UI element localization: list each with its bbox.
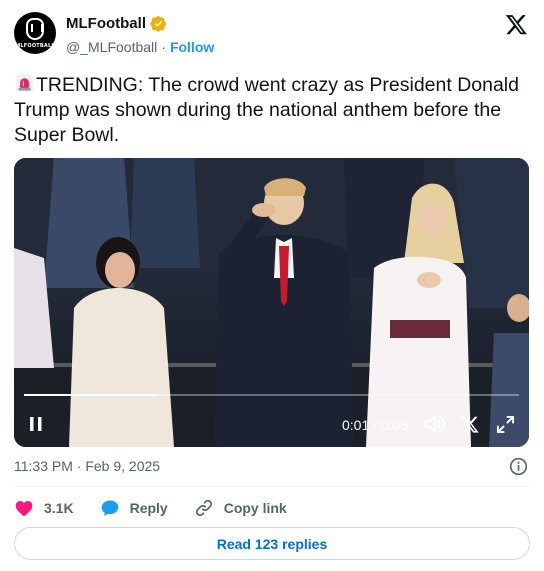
display-name[interactable]: MLFootball <box>66 15 146 32</box>
follow-link[interactable]: Follow <box>170 39 214 55</box>
verified-badge-icon <box>150 16 166 32</box>
video-progress-fill <box>24 394 158 396</box>
rotating-light-icon <box>15 74 34 93</box>
author-name-row: MLFootball <box>66 15 167 32</box>
like-button[interactable]: 3.1K <box>14 498 74 518</box>
embedded-post-card: MLFOOTBALL MLFootball @_MLFootball · Fol… <box>0 0 544 571</box>
handle-row: @_MLFootball · Follow <box>66 39 214 55</box>
action-bar: 3.1K Reply Copy link <box>14 497 313 519</box>
video-progress-bar[interactable] <box>24 394 519 396</box>
post-timestamp[interactable]: 11:33 PM · Feb 9, 2025 <box>14 458 160 474</box>
volume-icon[interactable] <box>424 414 446 434</box>
tweet-text: TRENDING: The crowd went crazy as Presid… <box>14 73 530 148</box>
pause-icon[interactable] <box>28 416 44 432</box>
speech-bubble-icon <box>101 500 118 516</box>
separator-dot: · <box>161 39 166 55</box>
author-handle[interactable]: @_MLFootball <box>66 39 157 55</box>
x-logo-video-icon[interactable] <box>460 415 480 434</box>
like-count: 3.1K <box>44 500 74 516</box>
read-replies-button[interactable]: Read 123 replies <box>14 527 530 560</box>
video-frame-image <box>14 158 529 447</box>
video-player[interactable]: 0:01 / 0:05 <box>14 158 529 447</box>
fullscreen-icon[interactable] <box>496 415 515 434</box>
info-icon[interactable] <box>509 457 528 476</box>
reply-label: Reply <box>129 500 168 516</box>
divider <box>14 486 530 487</box>
read-replies-label: Read 123 replies <box>216 535 328 552</box>
x-logo-icon[interactable] <box>505 13 528 36</box>
video-time-readout: 0:01 / 0:05 <box>342 417 409 433</box>
heart-icon <box>15 501 33 516</box>
tweet-body-text: TRENDING: The crowd went crazy as Presid… <box>14 74 519 146</box>
copy-link-label: Copy link <box>223 500 287 516</box>
copy-link-button[interactable]: Copy link <box>194 498 287 518</box>
avatar-logo-text: MLFOOTBALL <box>15 43 55 49</box>
avatar[interactable]: MLFOOTBALL <box>14 12 56 54</box>
reply-button[interactable]: Reply <box>100 498 168 518</box>
link-icon <box>195 499 212 517</box>
football-helmet-logo <box>26 18 44 40</box>
